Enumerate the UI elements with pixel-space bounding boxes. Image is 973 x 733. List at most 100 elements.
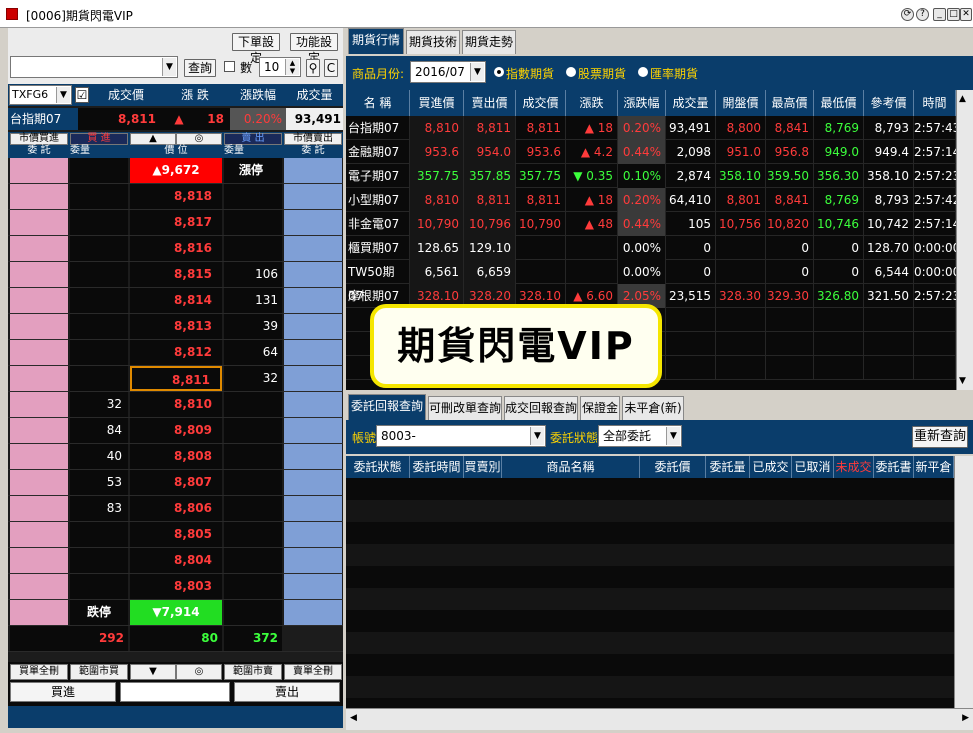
- buy-queue-cell[interactable]: [10, 600, 68, 625]
- tab-futures-quotes[interactable]: 期貨行情: [348, 28, 404, 54]
- buy-queue-cell[interactable]: [10, 262, 68, 287]
- col-bid[interactable]: 買進價: [410, 90, 464, 116]
- buy-button[interactable]: 買進: [10, 682, 116, 702]
- refresh-icon[interactable]: ⟳: [901, 8, 914, 21]
- sell-queue-cell[interactable]: [284, 418, 342, 443]
- function-settings-button[interactable]: 功能設定: [290, 33, 338, 65]
- radio-stock-futures[interactable]: [566, 67, 576, 77]
- tab-order-report[interactable]: 委託回報查詢: [348, 394, 426, 420]
- tab-futures-trend[interactable]: 期貨走勢: [462, 30, 516, 54]
- ocol-qty[interactable]: 委託量: [706, 456, 750, 478]
- sell-queue-cell[interactable]: [284, 158, 342, 183]
- qty-input[interactable]: 10 ▲ ▼: [259, 57, 301, 77]
- sell-queue-cell[interactable]: [284, 496, 342, 521]
- sell-queue-cell[interactable]: [284, 236, 342, 261]
- table-row[interactable]: 非金電07 10,790 10,796 10,790 ▲ 48 0.44% 105 10,75…: [346, 212, 960, 236]
- ocol-filled[interactable]: 已成交: [750, 456, 792, 478]
- buy-queue-cell[interactable]: [10, 496, 68, 521]
- buy-queue-cell[interactable]: [10, 548, 68, 573]
- sell-queue-cell[interactable]: [284, 574, 342, 599]
- table-row[interactable]: TW50期07 6,561 6,659 0.00% 0 0 0 6,544 0:00:00: [346, 260, 960, 303]
- market-sell-button[interactable]: 市價賣出: [284, 133, 342, 145]
- ladder-price[interactable]: 8,808: [130, 444, 222, 469]
- ladder-price[interactable]: 8,810: [130, 392, 222, 417]
- sell-queue-cell[interactable]: [284, 262, 342, 287]
- tab-modifiable-orders[interactable]: 可刪改單查詢: [428, 396, 502, 420]
- link-icon[interactable]: ⚲: [306, 59, 320, 77]
- center-lock-button[interactable]: ◎: [176, 133, 222, 145]
- buy-queue-cell[interactable]: [10, 522, 68, 547]
- help-icon[interactable]: ?: [916, 8, 929, 21]
- col-high[interactable]: 最高價: [766, 90, 814, 116]
- c-button[interactable]: C: [324, 59, 338, 77]
- col-change-pct[interactable]: 漲跌幅: [618, 90, 666, 116]
- ocol-order-no[interactable]: 委託書: [874, 456, 914, 478]
- scroll-up-button[interactable]: ▲: [130, 133, 176, 145]
- tab-futures-technical[interactable]: 期貨技術: [406, 30, 460, 54]
- query-button[interactable]: 查詢: [184, 59, 216, 77]
- radio-index-futures[interactable]: [494, 67, 504, 77]
- tab-fill-report[interactable]: 成交回報查詢: [504, 396, 578, 420]
- col-last[interactable]: 成交價: [516, 90, 566, 116]
- col-low[interactable]: 最低價: [814, 90, 864, 116]
- ladder-price[interactable]: 8,816: [130, 236, 222, 261]
- buy-queue-cell[interactable]: [10, 418, 68, 443]
- requery-button[interactable]: 重新查詢: [912, 426, 968, 448]
- ladder-price[interactable]: 8,806: [130, 496, 222, 521]
- table-row[interactable]: 櫃買期07 128.65 129.10 0.00% 0 0 0 128.70 0:00:00: [346, 236, 960, 260]
- ocol-unfilled[interactable]: 未成交: [834, 456, 874, 478]
- center-lock-button[interactable]: ◎: [176, 664, 222, 680]
- sell-button[interactable]: 賣出: [234, 682, 340, 702]
- ladder-price[interactable]: 8,803: [130, 574, 222, 599]
- chevron-down-icon[interactable]: ▼: [530, 427, 544, 445]
- symbol-select[interactable]: TXFG6 ▼: [9, 85, 72, 105]
- buy-queue-cell[interactable]: [10, 288, 68, 313]
- chevron-down-icon[interactable]: ▼: [666, 427, 680, 445]
- limit-up-price[interactable]: ▲9,672: [130, 158, 222, 183]
- ladder-price[interactable]: 8,818: [130, 184, 222, 209]
- ladder-price[interactable]: 8,815: [130, 262, 222, 287]
- current-price[interactable]: 8,811: [130, 366, 222, 391]
- sell-queue-cell[interactable]: [284, 340, 342, 365]
- buy-queue-cell[interactable]: [10, 184, 68, 209]
- sell-queue-cell[interactable]: [284, 548, 342, 573]
- tab-margin[interactable]: 保證金: [580, 396, 620, 420]
- ladder-price[interactable]: 8,809: [130, 418, 222, 443]
- col-reference[interactable]: 參考價: [864, 90, 914, 116]
- qty-checkbox[interactable]: [224, 61, 235, 72]
- scroll-right-icon[interactable]: ▶: [962, 713, 969, 723]
- scroll-down-icon[interactable]: ▼: [959, 376, 966, 386]
- close-button[interactable]: ✕: [960, 8, 972, 21]
- quote-scrollbar[interactable]: ▲ ▼: [956, 90, 973, 390]
- range-market-sell-button[interactable]: 範圍市賣: [224, 664, 282, 680]
- buy-queue-cell[interactable]: [10, 340, 68, 365]
- scroll-down-button[interactable]: ▼: [130, 664, 176, 680]
- buy-queue-cell[interactable]: [10, 392, 68, 417]
- sell-queue-cell[interactable]: [284, 366, 342, 391]
- ladder-price[interactable]: 8,804: [130, 548, 222, 573]
- chevron-down-icon[interactable]: ▼: [56, 87, 70, 103]
- chevron-down-icon[interactable]: ▼: [162, 58, 176, 76]
- buy-queue-cell[interactable]: [10, 210, 68, 235]
- sell-queue-cell[interactable]: [284, 600, 342, 625]
- col-open[interactable]: 開盤價: [716, 90, 766, 116]
- cancel-all-buy-button[interactable]: 買單全刪: [10, 664, 68, 680]
- ladder-price[interactable]: 8,813: [130, 314, 222, 339]
- maximize-button[interactable]: □: [947, 8, 960, 21]
- symbol-search-input[interactable]: ▼: [10, 56, 178, 78]
- buy-queue-cell[interactable]: [10, 574, 68, 599]
- qty-stepper[interactable]: ▲ ▼: [285, 59, 299, 75]
- buy-queue-cell[interactable]: [10, 158, 68, 183]
- table-row[interactable]: 小型期07 8,810 8,811 8,811 ▲ 18 0.20% 64,410 8,801…: [346, 188, 960, 212]
- ocol-new-close[interactable]: 新平倉: [914, 456, 954, 478]
- ocol-side[interactable]: 買賣別: [464, 456, 502, 478]
- ocol-product[interactable]: 商品名稱: [502, 456, 640, 478]
- ladder-price[interactable]: 8,817: [130, 210, 222, 235]
- order-message-field[interactable]: [120, 682, 230, 702]
- account-select[interactable]: 8003- ▼: [376, 425, 546, 447]
- ladder-price[interactable]: 8,814: [130, 288, 222, 313]
- radio-fx-futures[interactable]: [638, 67, 648, 77]
- limit-down-price[interactable]: ▼7,914: [130, 600, 222, 625]
- table-row[interactable]: 台指期07 8,810 8,811 8,811 ▲ 18 0.20% 93,491 8,800…: [346, 116, 960, 140]
- buy-queue-cell[interactable]: [10, 444, 68, 469]
